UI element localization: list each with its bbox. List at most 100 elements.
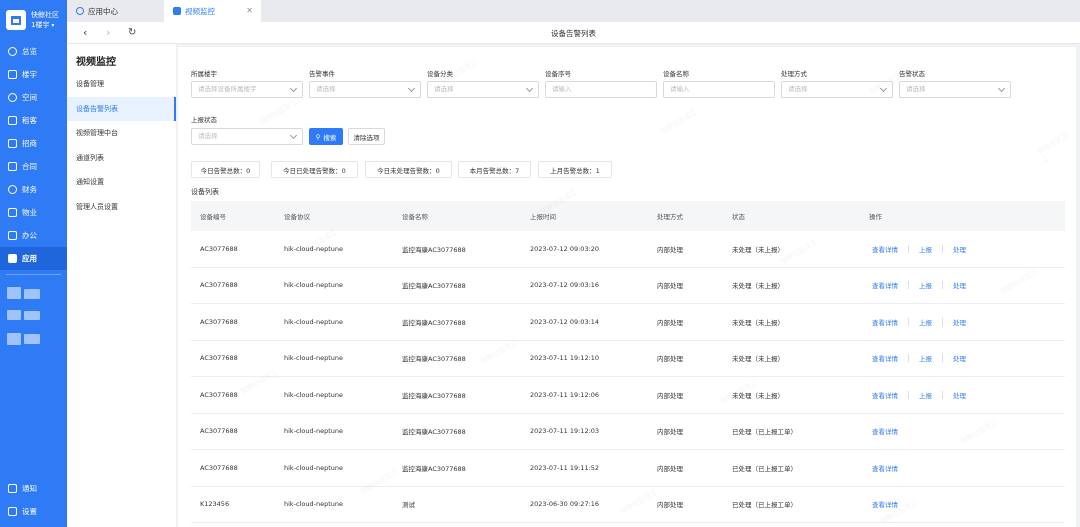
nav-item-office[interactable]: 办公 (0, 224, 67, 247)
handle-link[interactable]: 处理 (953, 353, 966, 363)
brand[interactable]: 快鲸社区 1楼宇 (0, 0, 67, 40)
nav-item-building[interactable]: 楼宇 (0, 63, 67, 86)
tab-app-center[interactable]: 应用中心 (67, 0, 164, 22)
header-protocol: 设备协议 (284, 213, 310, 221)
subnav-item-channel-list[interactable]: 通道列表 (67, 146, 176, 171)
subnav-item-admin-settings[interactable]: 管理人员设置 (67, 195, 176, 220)
nav-item-leasing[interactable]: 招商 (0, 132, 67, 155)
nav-item-contract[interactable]: 合同 (0, 155, 67, 178)
tab-label: 视频监控 (185, 6, 215, 16)
event-select[interactable]: 请选择 (309, 81, 421, 98)
building-icon (8, 70, 17, 79)
cell-method: 内部处理 (657, 391, 683, 400)
nav-item-label: 设置 (22, 507, 37, 516)
owner-label: 所属楼宇 (191, 70, 217, 78)
method-select[interactable]: 请选择 (781, 81, 893, 98)
nav-item-finance[interactable]: 财务 (0, 178, 67, 201)
cell-device-name: 监控海康AC3077688 (402, 355, 466, 364)
subnav-item-notify-settings[interactable]: 通知设置 (67, 170, 176, 195)
sub-sidebar: 视频监控 设备管理 设备告警列表 视频管理中台 通道列表 通知设置 管理人员设置 (67, 44, 176, 527)
cell-report-time: 2023-07-12 09:03:16 (530, 281, 600, 290)
cell-status: 未处理（未上报） (732, 282, 784, 291)
subnav-item-alarm-list[interactable]: 设备告警列表 (67, 96, 176, 121)
view-details-link[interactable]: 查看详情 (872, 499, 898, 509)
cell-device-name: 测试 (402, 501, 415, 510)
subnav-item-device-management[interactable]: 设备管理 (67, 72, 176, 97)
view-details-link[interactable]: 查看详情 (872, 353, 898, 363)
nav-item-space[interactable]: 空间 (0, 86, 67, 109)
nav-item-label: 物业 (22, 208, 37, 217)
action-divider (908, 244, 909, 253)
nav-item-tenant[interactable]: 租客 (0, 109, 67, 132)
brand-switcher[interactable]: 1楼宇 (31, 20, 59, 31)
stat-today-total: 今日告警总数：0 (191, 161, 260, 178)
cell-report-time: 2023-07-11 19:12:03 (530, 427, 600, 436)
home-icon (8, 208, 17, 217)
cell-report-time: 2023-07-11 19:12:10 (530, 354, 600, 363)
report-link[interactable]: 上报 (919, 244, 932, 254)
cell-report-time: 2023-06-30 09:27:16 (530, 500, 600, 509)
view-details-link[interactable]: 查看详情 (872, 317, 898, 327)
nav-item-apps[interactable]: 应用 (0, 247, 67, 270)
action-divider (908, 390, 909, 399)
report-select[interactable]: 请选择 (191, 128, 303, 145)
watermark: 快鲸社区员工 (258, 98, 300, 126)
handle-link[interactable]: 处理 (953, 280, 966, 290)
nav-item-settings[interactable]: 设置 (0, 500, 67, 523)
nav-item-label: 租客 (22, 116, 37, 125)
device-name-input[interactable]: 请输入 (663, 81, 775, 98)
cell-status: 未处理（未上报） (732, 318, 784, 327)
view-details-link[interactable]: 查看详情 (872, 463, 898, 473)
app-icon (8, 254, 17, 263)
cell-method: 内部处理 (657, 282, 683, 291)
nav-item-property[interactable]: 物业 (0, 201, 67, 224)
nav-item-label: 财务 (22, 185, 37, 194)
view-details-link[interactable]: 查看详情 (872, 390, 898, 400)
cell-method: 内部处理 (657, 428, 683, 437)
brand-name: 快鲸社区 (31, 10, 59, 19)
report-link[interactable]: 上报 (919, 317, 932, 327)
handle-link[interactable]: 处理 (953, 390, 966, 400)
nav-item-overview[interactable]: 总览 (0, 40, 67, 63)
cell-status: 未处理（未上报） (732, 355, 784, 364)
cell-actions: 查看详情 上报 处理 (872, 231, 976, 267)
cell-method: 内部处理 (657, 245, 683, 254)
nav-item-label: 合同 (22, 162, 37, 171)
table-title: 设备列表 (191, 188, 219, 196)
nav-divider (6, 274, 61, 275)
cell-protocol: hik-cloud-neptune (284, 317, 344, 326)
main-sidebar: 快鲸社区 1楼宇 总览楼宇空间租客招商合同财务物业办公应用 通知设置 (0, 0, 67, 527)
view-details-link[interactable]: 查看详情 (872, 280, 898, 290)
cell-protocol: hik-cloud-neptune (284, 281, 344, 290)
cell-actions: 查看详情 上报 处理 (872, 377, 976, 413)
view-details-link[interactable]: 查看详情 (872, 244, 898, 254)
header-method: 处理方式 (657, 213, 683, 221)
video-icon (173, 7, 181, 15)
report-link[interactable]: 上报 (919, 353, 932, 363)
event-label: 告警事件 (309, 70, 335, 78)
nav-item-label: 总览 (22, 47, 37, 56)
table-row: AC3077688 hik-cloud-neptune 监控海康AC3077688 2… (191, 414, 1065, 450)
nav-item-label: 招商 (22, 139, 37, 148)
owner-select[interactable]: 请选择设备所属楼宇 (191, 81, 303, 98)
nav-item-notifications[interactable]: 通知 (0, 477, 67, 500)
serial-input[interactable]: 请输入 (545, 81, 657, 98)
table-row: K123456 hik-cloud-neptune 测试 2023-06-30 09:… (191, 487, 1065, 523)
handle-link[interactable]: 处理 (953, 317, 966, 327)
alarm-status-select[interactable]: 请选择 (899, 81, 1011, 98)
handle-link[interactable]: 处理 (953, 244, 966, 254)
cell-protocol: hik-cloud-neptune (284, 390, 344, 399)
report-link[interactable]: 上报 (919, 390, 932, 400)
category-select[interactable]: 请选择 (427, 81, 539, 98)
cell-device-name: 监控海康AC3077688 (402, 318, 466, 327)
subnav-item-video-center[interactable]: 视频管理中台 (67, 121, 176, 146)
tab-video-monitor[interactable]: 视频监控 ✕ (164, 0, 261, 22)
main-panel: 所属楼宇 请选择设备所属楼宇 告警事件 请选择 设备分类 请选择 设备序号 请输… (178, 47, 1076, 527)
clear-button[interactable]: 清除选项 (348, 128, 385, 145)
view-details-link[interactable]: 查看详情 (872, 426, 898, 436)
search-button[interactable]: ⚲ 搜索 (309, 128, 343, 145)
cell-method: 内部处理 (657, 355, 683, 364)
cell-device-id: AC3077688 (200, 354, 238, 363)
report-link[interactable]: 上报 (919, 280, 932, 290)
close-icon[interactable]: ✕ (246, 6, 253, 15)
